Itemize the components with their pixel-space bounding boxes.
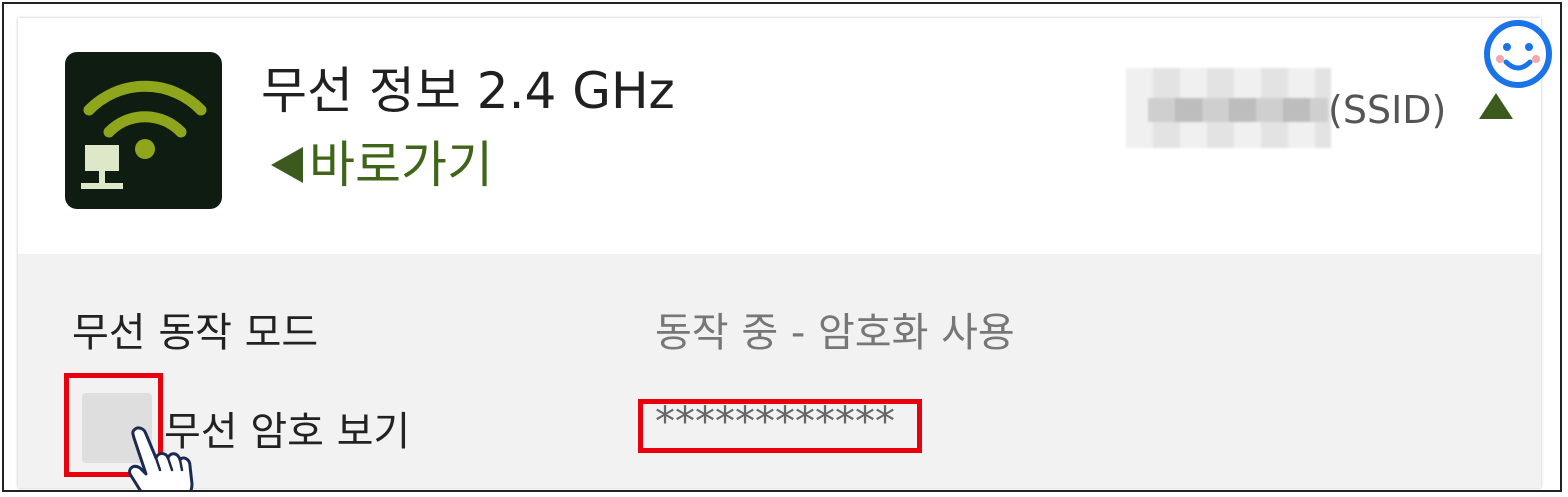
page-title: 무선 정보 2.4 GHz (261, 62, 675, 120)
pointing-hand-icon (128, 426, 194, 490)
triangle-up-icon (1479, 93, 1513, 119)
show-password-label: 무선 암호 보기 (164, 409, 411, 455)
shortcut-link[interactable]: 바로가기 (271, 140, 493, 190)
smiley-icon (1484, 20, 1552, 88)
wireless-mode-label: 무선 동작 모드 (72, 310, 319, 356)
wireless-info-card: 무선 정보 2.4 GHz 바로가기 (SSID) 무선 동작 모드 동작 중 … (18, 18, 1541, 490)
triangle-left-icon (271, 147, 303, 183)
details-section: 무선 동작 모드 동작 중 - 암호화 사용 무선 암호 보기 ********… (18, 254, 1541, 490)
ssid-blurred-name (1126, 68, 1331, 148)
wireless-mode-value: 동작 중 - 암호화 사용 (655, 310, 1015, 356)
ssid-label: (SSID) (1328, 88, 1447, 132)
wifi-router-icon (65, 52, 222, 209)
shortcut-label: 바로가기 (309, 136, 493, 194)
collapse-button[interactable] (1477, 86, 1517, 126)
screenshot-frame: 무선 정보 2.4 GHz 바로가기 (SSID) 무선 동작 모드 동작 중 … (2, 2, 1562, 492)
highlight-box-password (638, 399, 922, 453)
